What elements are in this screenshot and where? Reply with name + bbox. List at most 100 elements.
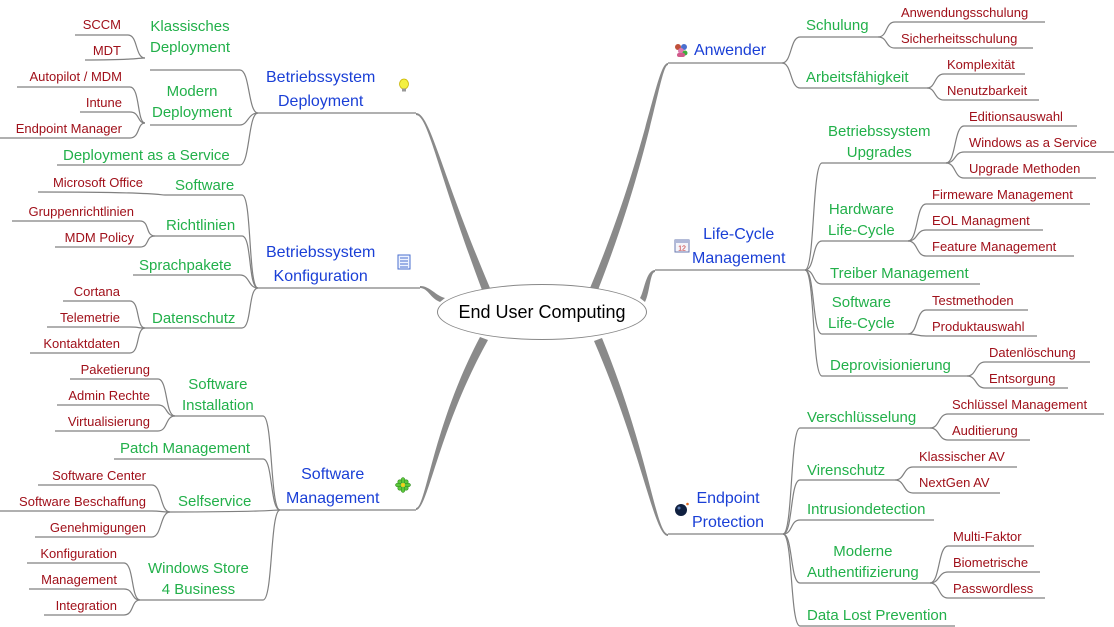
leaf-virtualisierung[interactable]: Virtualisierung	[68, 414, 150, 430]
node-label-line2: Life-Cycle	[828, 315, 895, 332]
node-datenschutz[interactable]: Datenschutz	[152, 308, 235, 329]
leaf-nenutzbarkeit[interactable]: Nenutzbarkeit	[947, 83, 1027, 99]
leaf-integration[interactable]: Integration	[56, 598, 117, 614]
node-label-line1: Klassisches	[150, 18, 230, 35]
node-life-cycle-management[interactable]: Life-Cycle Management	[692, 223, 785, 271]
node-label-line2: Life-Cycle	[828, 222, 895, 239]
leaf-firmeware-management[interactable]: Firmeware Management	[932, 187, 1073, 203]
node-patch-management[interactable]: Patch Management	[120, 438, 250, 459]
node-label-line2: Deployment	[150, 39, 231, 56]
node-label-line2: Deployment	[152, 104, 233, 121]
leaf-autopilot-mdm[interactable]: Autopilot / MDM	[30, 69, 122, 85]
node-label-line2: 4 Business	[161, 581, 236, 598]
node-label-line1: Endpoint	[696, 490, 760, 507]
node-label-line2: Authentifizierung	[807, 564, 919, 581]
leaf-editionsauswahl[interactable]: Editionsauswahl	[969, 109, 1063, 125]
node-label-line2: Deployment	[278, 93, 364, 110]
node-data-lost-prevention[interactable]: Data Lost Prevention	[807, 605, 947, 626]
node-os-konfiguration[interactable]: Betriebssystem Konfiguration	[266, 241, 375, 289]
node-os-deployment[interactable]: Betriebssystem Deployment	[266, 66, 375, 114]
leaf-datenloeschung[interactable]: Datenlöschung	[989, 345, 1076, 361]
leaf-upgrade-methoden[interactable]: Upgrade Methoden	[969, 161, 1080, 177]
leaf-auditierung[interactable]: Auditierung	[952, 423, 1018, 439]
node-os-upgrades[interactable]: Betriebssystem Upgrades	[828, 121, 931, 163]
node-anwender[interactable]: Anwender	[694, 39, 766, 63]
leaf-sicherheitsschulung[interactable]: Sicherheitsschulung	[901, 31, 1017, 47]
node-deprovisionierung[interactable]: Deprovisionierung	[830, 355, 951, 376]
leaf-telemetrie[interactable]: Telemetrie	[60, 310, 120, 326]
node-software-installation[interactable]: Software Installation	[182, 374, 254, 416]
leaf-passwordless[interactable]: Passwordless	[953, 581, 1033, 597]
node-moderne-authentifizierung[interactable]: Moderne Authentifizierung	[807, 541, 919, 583]
node-label-line1: Software	[301, 466, 365, 483]
leaf-anwendungsschulung[interactable]: Anwendungsschulung	[901, 5, 1028, 21]
node-sprachpakete[interactable]: Sprachpakete	[139, 255, 232, 276]
central-node[interactable]: End User Computing	[437, 284, 647, 340]
node-hardware-life-cycle[interactable]: Hardware Life-Cycle	[828, 199, 895, 241]
node-endpoint-protection[interactable]: Endpoint Protection	[692, 487, 764, 535]
leaf-genehmigungen[interactable]: Genehmigungen	[50, 520, 146, 536]
node-selfservice[interactable]: Selfservice	[178, 491, 251, 512]
leaf-entsorgung[interactable]: Entsorgung	[989, 371, 1056, 387]
svg-text:12: 12	[678, 246, 686, 253]
leaf-intune[interactable]: Intune	[86, 95, 122, 111]
node-arbeitsfaehigkeit[interactable]: Arbeitsfähigkeit	[806, 67, 909, 88]
node-software-management[interactable]: Software Management	[286, 463, 379, 511]
node-virenschutz[interactable]: Virenschutz	[807, 460, 885, 481]
node-richtlinien[interactable]: Richtlinien	[166, 215, 235, 236]
flower-icon	[395, 477, 411, 493]
node-label-line2: Management	[692, 250, 786, 267]
leaf-produktauswahl[interactable]: Produktauswahl	[932, 319, 1025, 335]
node-klassisches-deployment[interactable]: Klassisches Deployment	[150, 16, 230, 58]
node-label-line1: Hardware	[828, 201, 894, 218]
leaf-software-center[interactable]: Software Center	[52, 468, 146, 484]
leaf-gruppenrichtlinien[interactable]: Gruppenrichtlinien	[28, 204, 134, 220]
leaf-feature-management[interactable]: Feature Management	[932, 239, 1056, 255]
leaf-paketierung[interactable]: Paketierung	[81, 362, 150, 378]
leaf-eol-managment[interactable]: EOL Managment	[932, 213, 1030, 229]
leaf-konfiguration[interactable]: Konfiguration	[40, 546, 117, 562]
leaf-biometrische[interactable]: Biometrische	[953, 555, 1028, 571]
node-label-line1: Windows Store	[148, 560, 249, 577]
calendar-icon: 12	[674, 239, 690, 253]
leaf-admin-rechte[interactable]: Admin Rechte	[68, 388, 150, 404]
central-node-label: End User Computing	[458, 301, 626, 322]
leaf-software-beschaffung[interactable]: Software Beschaffung	[19, 494, 146, 510]
leaf-windows-as-a-service[interactable]: Windows as a Service	[969, 135, 1097, 151]
leaf-microsoft-office[interactable]: Microsoft Office	[53, 175, 143, 191]
node-label-line1: Life-Cycle	[703, 226, 775, 243]
leaf-testmethoden[interactable]: Testmethoden	[932, 293, 1014, 309]
node-intrusiondetection[interactable]: Intrusiondetection	[807, 499, 925, 520]
users-icon	[675, 44, 688, 57]
node-label-line2: Protection	[692, 514, 765, 531]
leaf-sccm[interactable]: SCCM	[83, 17, 121, 33]
node-deployment-as-a-service[interactable]: Deployment as a Service	[63, 145, 230, 166]
leaf-kontaktdaten[interactable]: Kontaktdaten	[43, 336, 120, 352]
leaf-mdm-policy[interactable]: MDM Policy	[65, 230, 134, 246]
node-label-line2: Management	[286, 490, 380, 507]
node-schulung[interactable]: Schulung	[806, 15, 869, 36]
list-icon	[397, 254, 411, 270]
node-label-line1: Moderne	[833, 543, 893, 560]
leaf-multi-faktor[interactable]: Multi-Faktor	[953, 529, 1022, 545]
bomb-icon	[675, 502, 689, 516]
node-modern-deployment[interactable]: Modern Deployment	[152, 81, 232, 123]
node-label-line2: Konfiguration	[273, 268, 368, 285]
node-label-line1: Betriebssystem	[266, 244, 376, 261]
node-windows-store-4-business[interactable]: Windows Store 4 Business	[148, 558, 249, 600]
node-label-line1: Software	[188, 376, 248, 393]
leaf-cortana[interactable]: Cortana	[74, 284, 120, 300]
leaf-mdt[interactable]: MDT	[93, 43, 121, 59]
node-software-life-cycle[interactable]: Software Life-Cycle	[828, 292, 895, 334]
leaf-komplexitaet[interactable]: Komplexität	[947, 57, 1015, 73]
leaf-nextgen-av[interactable]: NextGen AV	[919, 475, 990, 491]
node-label-line1: Modern	[166, 83, 218, 100]
leaf-endpoint-manager[interactable]: Endpoint Manager	[16, 121, 122, 137]
node-software[interactable]: Software	[175, 175, 234, 196]
node-treiber-management[interactable]: Treiber Management	[830, 263, 969, 284]
node-label-line2: Upgrades	[846, 144, 912, 161]
leaf-schluessel-management[interactable]: Schlüssel Management	[952, 397, 1087, 413]
node-verschluesselung[interactable]: Verschlüsselung	[807, 407, 916, 428]
leaf-management[interactable]: Management	[41, 572, 117, 588]
leaf-klassischer-av[interactable]: Klassischer AV	[919, 449, 1005, 465]
